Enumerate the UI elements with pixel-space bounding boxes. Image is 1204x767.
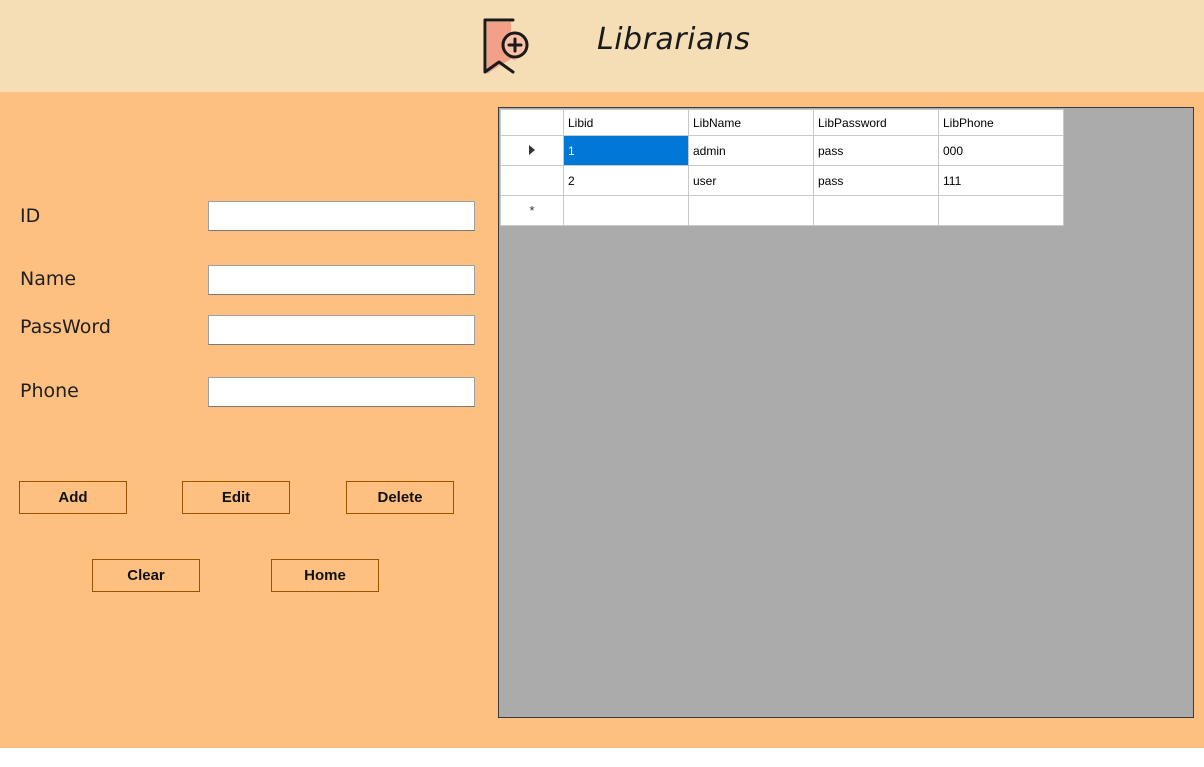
table-row[interactable]: 2 user pass 111 — [500, 165, 1064, 196]
bookmark-add-icon — [483, 18, 529, 74]
edit-button[interactable]: Edit — [182, 481, 290, 514]
home-button[interactable]: Home — [271, 559, 379, 592]
page-title: Librarians — [597, 22, 751, 57]
grid-table: Libid LibName LibPassword LibPhone 1 adm… — [500, 109, 1064, 226]
name-label: Name — [20, 268, 77, 290]
password-input[interactable] — [208, 315, 475, 345]
header-bar: Librarians — [0, 0, 1204, 92]
current-row-arrow-icon — [529, 144, 535, 155]
table-cell[interactable]: 2 — [563, 165, 689, 196]
librarians-grid[interactable]: Libid LibName LibPassword LibPhone 1 adm… — [498, 107, 1194, 718]
row-header[interactable]: * — [500, 195, 564, 226]
table-cell[interactable]: 1 — [563, 135, 689, 166]
grid-header-row: Libid LibName LibPassword LibPhone — [500, 109, 1064, 136]
table-row[interactable]: 1 admin pass 000 — [500, 135, 1064, 166]
column-header-libphone[interactable]: LibPhone — [938, 109, 1064, 136]
table-cell[interactable] — [813, 195, 939, 226]
row-header[interactable] — [500, 165, 564, 196]
table-cell[interactable]: 111 — [938, 165, 1064, 196]
table-cell[interactable]: user — [688, 165, 814, 196]
new-row[interactable]: * — [500, 195, 1064, 226]
row-header-corner[interactable] — [500, 109, 564, 136]
clear-button[interactable]: Clear — [92, 559, 200, 592]
row-header[interactable] — [500, 135, 564, 166]
column-header-libpassword[interactable]: LibPassword — [813, 109, 939, 136]
table-cell[interactable] — [688, 195, 814, 226]
phone-input[interactable] — [208, 377, 475, 407]
add-button[interactable]: Add — [19, 481, 127, 514]
column-header-libid[interactable]: Libid — [563, 109, 689, 136]
id-input[interactable] — [208, 201, 475, 231]
table-cell[interactable] — [938, 195, 1064, 226]
table-cell[interactable]: pass — [813, 135, 939, 166]
table-cell[interactable]: 000 — [938, 135, 1064, 166]
table-cell[interactable]: pass — [813, 165, 939, 196]
table-cell[interactable] — [563, 195, 689, 226]
password-label: PassWord — [20, 316, 111, 338]
table-cell[interactable]: admin — [688, 135, 814, 166]
name-input[interactable] — [208, 265, 475, 295]
new-row-marker: * — [529, 203, 535, 218]
phone-label: Phone — [20, 380, 79, 402]
delete-button[interactable]: Delete — [346, 481, 454, 514]
column-header-libname[interactable]: LibName — [688, 109, 814, 136]
id-label: ID — [20, 205, 41, 227]
